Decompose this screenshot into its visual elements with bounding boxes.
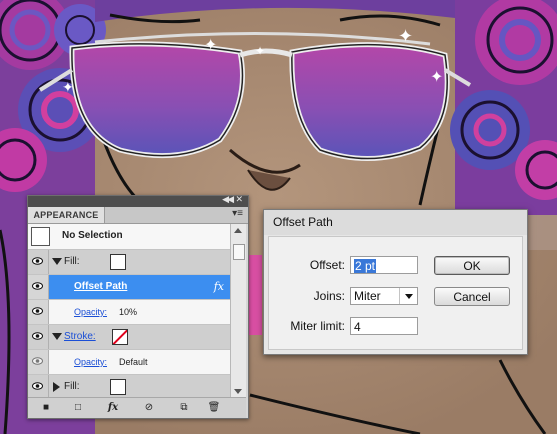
visibility-eye-icon[interactable] (32, 307, 43, 315)
selection-thumbnail (31, 227, 50, 246)
miter-limit-input[interactable]: 4 (350, 317, 418, 335)
offset-value: 2 pt (354, 259, 377, 273)
stroke-opacity-row[interactable]: Opacity: Default (28, 350, 230, 375)
scroll-down-arrow-icon[interactable] (234, 389, 242, 394)
stroke-row[interactable]: Stroke: (28, 325, 230, 350)
fill-swatch[interactable] (110, 379, 126, 395)
svg-text:✦: ✦ (255, 44, 265, 58)
fill-row[interactable]: Fill: (28, 250, 230, 275)
ok-button[interactable]: OK (434, 256, 510, 275)
svg-text:✦: ✦ (398, 26, 413, 47)
svg-text:✦: ✦ (62, 80, 74, 96)
opacity-link[interactable]: Opacity: (74, 350, 107, 374)
dialog-content: Offset: 2 pt Joins: Miter Miter limit: 4… (268, 236, 523, 350)
visibility-eye-icon[interactable] (32, 332, 43, 340)
scroll-up-arrow-icon[interactable] (234, 228, 242, 233)
offset-path-link[interactable]: Offset Path (74, 275, 127, 299)
appearance-list: No Selection Fill: Offset Path fx Opacit… (28, 224, 246, 398)
tab-appearance[interactable]: APPEARANCE (28, 207, 105, 223)
svg-text:✦: ✦ (204, 35, 217, 54)
selection-row: No Selection (28, 224, 230, 250)
duplicate-item-icon[interactable]: ⧉ (176, 401, 192, 415)
joins-value: Miter (354, 289, 381, 303)
hair-right (450, 0, 557, 215)
selection-label: No Selection (62, 230, 123, 241)
visibility-eye-icon[interactable] (32, 382, 43, 390)
opacity-value: Default (119, 357, 148, 367)
fill-row-2[interactable]: Fill: (28, 375, 230, 398)
select-divider (399, 288, 400, 304)
panel-title-bar[interactable]: ◀◀ ✕ (28, 194, 248, 207)
offset-label: Offset: (309, 258, 345, 272)
appearance-panel: ◀◀ ✕ APPEARANCE ▾≡ No Selection Fill: Of… (27, 194, 249, 419)
offset-path-effect-row[interactable]: Offset Path fx (28, 275, 230, 300)
fx-icon[interactable]: fx (214, 275, 224, 299)
trash-icon[interactable]: 🗑 (206, 401, 222, 415)
collapse-panel-icon[interactable]: ◀◀ (222, 194, 234, 205)
expand-triangle-icon[interactable] (52, 333, 62, 340)
collapsed-triangle-icon[interactable] (53, 382, 60, 392)
joins-label: Joins: (313, 289, 345, 303)
close-panel-icon[interactable]: ✕ (235, 194, 243, 205)
svg-text:✦: ✦ (430, 67, 443, 86)
offset-path-dialog: Offset Path Offset: 2 pt Joins: Miter Mi… (263, 209, 528, 355)
reduce-appearance-icon[interactable]: ⊘ (141, 401, 157, 415)
stroke-none-swatch[interactable] (112, 329, 128, 345)
visibility-eye-icon[interactable] (32, 282, 43, 290)
miter-limit-label: Miter limit: (290, 319, 345, 333)
expand-triangle-icon[interactable] (52, 258, 62, 265)
fx-menu-button[interactable]: fx (102, 401, 124, 415)
panel-scrollbar[interactable] (230, 224, 246, 398)
new-art-icon[interactable]: ■ (38, 401, 54, 415)
opacity-row[interactable]: Opacity: 10% (28, 300, 230, 325)
fill-label: Fill: (64, 256, 80, 267)
joins-select[interactable]: Miter (350, 287, 418, 305)
offset-input[interactable]: 2 pt (350, 256, 418, 274)
panel-tab-bar: APPEARANCE ▾≡ (28, 207, 248, 224)
cancel-button[interactable]: Cancel (434, 287, 510, 306)
chevron-down-icon[interactable] (405, 294, 413, 299)
dialog-title: Offset Path (264, 210, 527, 235)
miter-limit-value: 4 (354, 320, 361, 334)
fill-label: Fill: (64, 381, 80, 392)
opacity-value: 10% (119, 307, 138, 317)
panel-footer: ■ □ fx ⊘ ⧉ 🗑 (28, 397, 246, 418)
clear-appearance-icon[interactable]: □ (70, 401, 86, 415)
visibility-eye-icon[interactable] (32, 257, 43, 265)
opacity-link[interactable]: Opacity: (74, 300, 107, 324)
fill-swatch[interactable] (110, 254, 126, 270)
stroke-link[interactable]: Stroke: (64, 325, 96, 349)
visibility-eye-icon[interactable] (32, 357, 43, 365)
scroll-thumb[interactable] (233, 244, 245, 260)
panel-menu-icon[interactable]: ▾≡ (232, 208, 243, 219)
